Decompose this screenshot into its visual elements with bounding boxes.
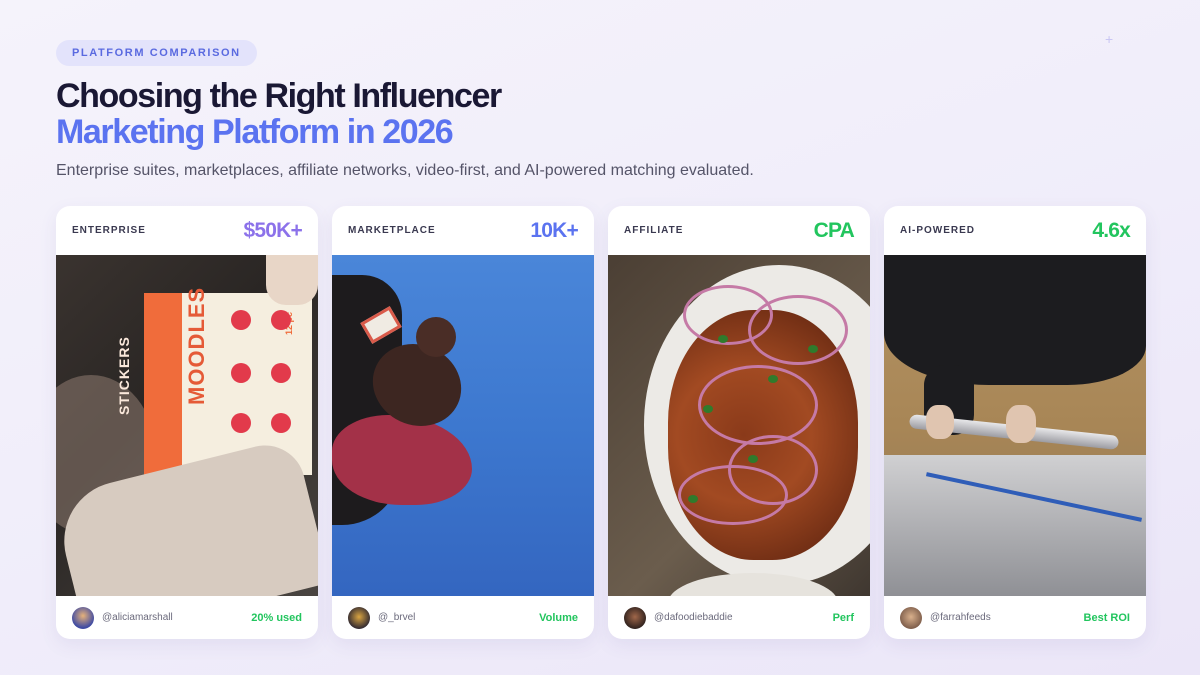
avatar-icon	[348, 606, 370, 629]
card-metric: 10K+	[530, 218, 578, 242]
card-image	[332, 255, 594, 596]
card-image: STICKERS MOODLES 12 pc	[56, 255, 318, 596]
creator-handle: @aliciamarshall	[102, 612, 173, 623]
card-header: AI-POWERED 4.6x	[884, 206, 1146, 255]
card-footer: @farrahfeeds Best ROI	[884, 596, 1146, 639]
card-metric: 4.6x	[1092, 218, 1130, 242]
platform-card-ai-powered[interactable]: AI-POWERED 4.6x @farrahfeeds Best ROI	[884, 206, 1146, 639]
card-label: AFFILIATE	[624, 225, 684, 236]
avatar-icon	[900, 606, 922, 629]
card-label: AI-POWERED	[900, 225, 975, 236]
creator[interactable]: @farrahfeeds	[900, 606, 991, 629]
card-header: MARKETPLACE 10K+	[332, 206, 594, 255]
title-line-1: Choosing the Right Influencer	[56, 77, 502, 115]
title-line-2: Marketing Platform in 2026	[56, 113, 454, 151]
card-header: ENTERPRISE $50K+	[56, 206, 318, 255]
page-title: Choosing the Right Influencer Marketing …	[56, 77, 502, 151]
card-footer: @_brvel Volume	[332, 596, 594, 639]
pack-text: STICKERS	[116, 336, 132, 415]
card-metric: $50K+	[243, 218, 303, 242]
page-subtitle: Enterprise suites, marketplaces, affilia…	[56, 162, 754, 179]
card-footer: @aliciamarshall 20% used	[56, 596, 318, 639]
pack-brand: MOODLES	[184, 286, 209, 405]
card-label: MARKETPLACE	[348, 225, 436, 236]
card-header: AFFILIATE CPA	[608, 206, 870, 255]
card-image	[884, 255, 1146, 596]
card-tag: Perf	[832, 611, 854, 624]
creator[interactable]: @aliciamarshall	[72, 606, 173, 629]
card-tag: 20% used	[251, 611, 302, 624]
card-tag: Best ROI	[1083, 611, 1130, 624]
avatar-icon	[624, 606, 646, 629]
platform-card-affiliate[interactable]: AFFILIATE CPA @dafoodiebaddie Perf	[608, 206, 870, 639]
avatar-icon	[72, 606, 94, 629]
platform-card-enterprise[interactable]: ENTERPRISE $50K+ STICKERS MOODLES 12 pc …	[56, 206, 318, 639]
card-tag: Volume	[539, 611, 578, 624]
creator[interactable]: @dafoodiebaddie	[624, 606, 733, 629]
card-image	[608, 255, 870, 596]
platform-cards: ENTERPRISE $50K+ STICKERS MOODLES 12 pc …	[56, 206, 1146, 639]
creator-handle: @_brvel	[378, 612, 416, 623]
card-footer: @dafoodiebaddie Perf	[608, 596, 870, 639]
platform-card-marketplace[interactable]: MARKETPLACE 10K+ @_brvel Volume	[332, 206, 594, 639]
card-metric: CPA	[813, 218, 855, 242]
card-label: ENTERPRISE	[72, 225, 146, 236]
sparkle-icon: +	[1105, 31, 1114, 47]
creator[interactable]: @_brvel	[348, 606, 416, 629]
section-badge: PLATFORM COMPARISON	[56, 40, 257, 66]
creator-handle: @farrahfeeds	[930, 612, 991, 623]
creator-handle: @dafoodiebaddie	[654, 612, 733, 623]
